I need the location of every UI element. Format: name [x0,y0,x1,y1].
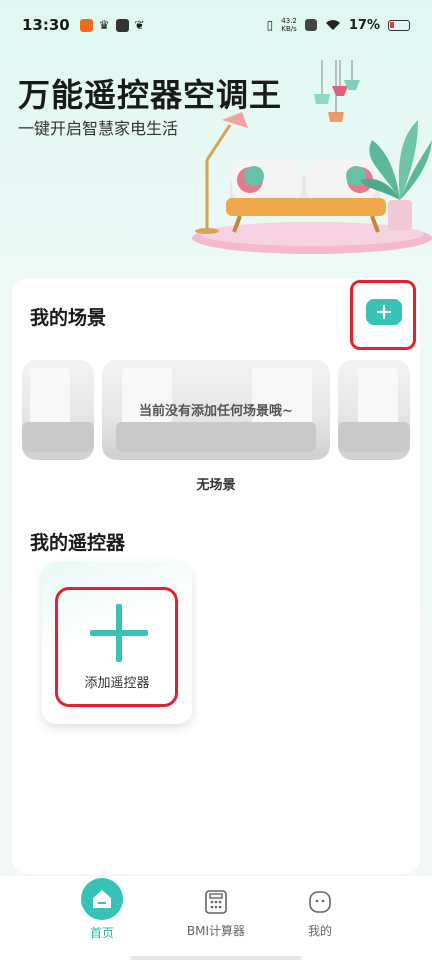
living-room-illustration [192,60,432,254]
home-icon [81,878,123,920]
nav-label-bmi: BMI计算器 [186,924,246,938]
app-subtitle: 一键开启智慧家电生活 [18,119,179,138]
nav-item-home[interactable]: 首页 [52,876,152,941]
calculator-icon [205,890,227,914]
battery-icon [388,19,410,31]
main-card: 我的场景 当前没有添加任何场景哦~ 无场景 我的遥控器 添加遥控器 [12,278,420,874]
nav-label-home: 首页 [89,926,114,940]
nav-item-bmi[interactable]: BMI计算器 [166,876,266,939]
scene-placeholder-right [338,360,410,460]
vibrate-icon: ▯ [266,18,274,32]
net-speed-value: 43.2 [281,17,297,25]
sim-off-icon [304,19,317,31]
scene-carousel[interactable]: 当前没有添加任何场景哦~ [22,360,410,460]
nav-item-mine[interactable]: 我的 [270,876,370,939]
crown-icon: ♛ [98,18,110,32]
scene-placeholder-left [22,360,94,460]
scene-caption: 无场景 [196,478,236,493]
scene-empty-text: 当前没有添加任何场景哦~ [139,404,293,419]
remotes-title: 我的遥控器 [30,532,126,554]
scenes-title: 我的场景 [30,307,107,329]
wifi-icon [325,20,340,30]
scene-placeholder-center: 当前没有添加任何场景哦~ [102,360,330,460]
home-indicator [130,956,302,960]
profile-face-icon [309,891,331,913]
net-speed-unit: KB/s [281,25,297,33]
add-remote-card[interactable]: 添加遥控器 [42,562,192,724]
leaf-icon: ❦ [134,18,145,32]
nav-label-mine: 我的 [307,924,332,938]
message-icon [115,18,129,32]
battery-percent: 17% [348,17,380,33]
net-speed: 43.2 KB/s [281,17,297,33]
status-time: 13:30 [22,16,70,34]
highlight-box-add-remote [55,587,178,707]
highlight-box-add-scene [350,280,416,350]
bottom-nav: 首页 BMI计算器 我的 [0,876,432,964]
status-bar: 13:30 ♛ ❦ ▯ 43.2 KB/s 17% [0,0,432,50]
notification-app-icon [79,18,93,32]
